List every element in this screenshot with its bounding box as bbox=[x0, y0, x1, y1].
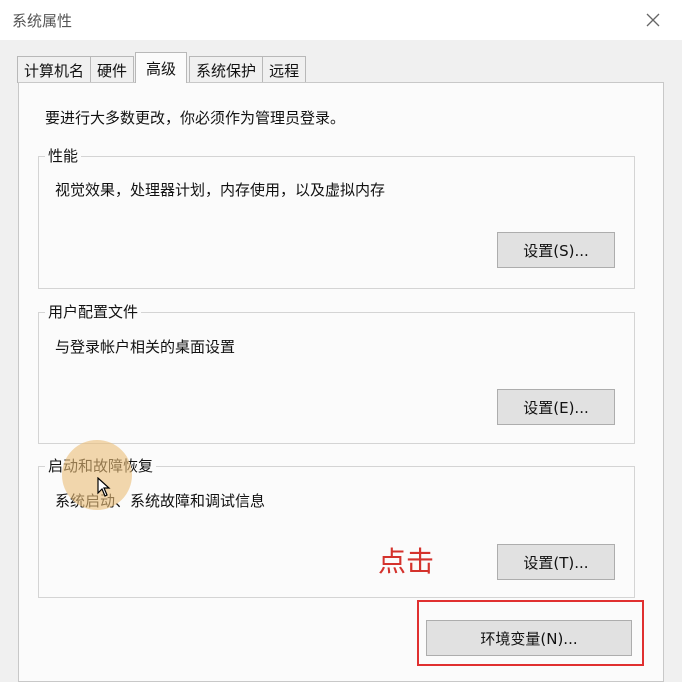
window-title: 系统属性 bbox=[12, 12, 73, 30]
performance-description: 视觉效果，处理器计划，内存使用，以及虚拟内存 bbox=[55, 181, 386, 199]
tab-remote[interactable]: 远程 bbox=[262, 56, 307, 83]
cursor-highlight bbox=[62, 440, 132, 510]
title-bar: 系统属性 bbox=[0, 0, 682, 40]
user-profiles-description: 与登录帐户相关的桌面设置 bbox=[55, 338, 236, 356]
user-profiles-group-title: 用户配置文件 bbox=[45, 301, 142, 322]
tab-strip: 计算机名 硬件 高级 系统保护 远程 bbox=[17, 52, 307, 83]
performance-settings-button[interactable]: 设置(S)... bbox=[497, 232, 615, 268]
tab-system-protection[interactable]: 系统保护 bbox=[189, 56, 264, 83]
tab-hardware[interactable]: 硬件 bbox=[90, 56, 135, 83]
performance-group: 性能 视觉效果，处理器计划，内存使用，以及虚拟内存 bbox=[38, 145, 635, 289]
mouse-cursor-icon bbox=[97, 477, 111, 497]
click-annotation: 点击 bbox=[378, 545, 435, 578]
startup-recovery-settings-button[interactable]: 设置(T)... bbox=[497, 544, 615, 580]
performance-group-title: 性能 bbox=[45, 145, 82, 166]
tab-advanced[interactable]: 高级 bbox=[135, 52, 188, 83]
close-button[interactable] bbox=[630, 2, 676, 38]
close-icon bbox=[646, 13, 660, 27]
user-profiles-settings-button[interactable]: 设置(E)... bbox=[497, 389, 615, 425]
admin-notice: 要进行大多数更改，你必须作为管理员登录。 bbox=[45, 109, 346, 127]
tab-computer-name[interactable]: 计算机名 bbox=[17, 56, 92, 83]
highlight-box bbox=[417, 600, 644, 666]
